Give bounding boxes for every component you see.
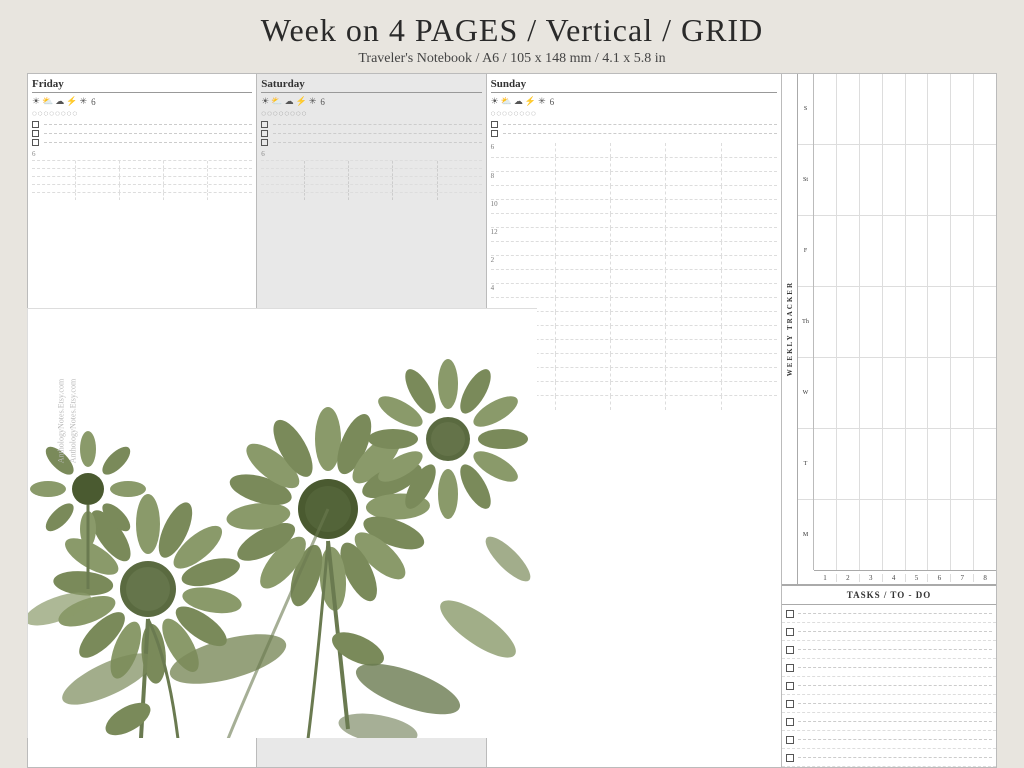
- task-row-3: [782, 641, 996, 659]
- page-background: Week on 4 PAGES / Vertical / GRID Travel…: [0, 0, 1024, 768]
- friday-checkbox-3: [32, 139, 252, 146]
- floral-illustration: [28, 309, 537, 738]
- main-content: AnthologyNotes.Etsy.com Friday ☀ ⛅ ☁ ⚡ ✳…: [27, 73, 997, 768]
- task-row-1: [782, 605, 996, 623]
- task-checkbox-4[interactable]: [786, 664, 794, 672]
- tasks-header: TASKS / TO - DO: [782, 586, 996, 605]
- task-row-9: [782, 749, 996, 767]
- day-st: St: [798, 145, 813, 216]
- day-m: M: [798, 500, 813, 570]
- saturday-checkbox-2: [261, 130, 481, 137]
- sunday-checkbox-1: [491, 121, 777, 128]
- right-panel: WEEKLY TRACKER S St F Th W T: [782, 73, 997, 768]
- page-title: Week on 4 PAGES / Vertical / GRID: [0, 12, 1024, 49]
- saturday-weather: ☀ ⛅ ☁ ⚡ ✳ 6: [261, 96, 481, 107]
- friday-label: Friday: [32, 78, 252, 93]
- task-checkbox-8[interactable]: [786, 736, 794, 744]
- task-checkbox-3[interactable]: [786, 646, 794, 654]
- friday-checkbox-1: [32, 121, 252, 128]
- day-th: Th: [798, 287, 813, 358]
- friday-time-6: 6: [32, 150, 252, 158]
- task-row-5: [782, 677, 996, 695]
- day-f: F: [798, 216, 813, 287]
- watermark: AnthologyNotes.Etsy.com: [57, 378, 66, 462]
- task-row-6: [782, 695, 996, 713]
- friday-rain: ◌◌◌◌◌◌◌◌: [32, 109, 252, 118]
- friday-weather: ☀ ⛅ ☁ ⚡ ✳ 6: [32, 96, 252, 107]
- day-t: T: [798, 429, 813, 500]
- task-row-4: [782, 659, 996, 677]
- weekly-tracker-section: WEEKLY TRACKER S St F Th W T: [782, 74, 996, 585]
- weekly-tracker-label: WEEKLY TRACKER: [786, 281, 794, 376]
- etsy-watermark: AnthologyNotes.Etsy.com: [69, 378, 78, 462]
- tasks-section: TASKS / TO - DO: [782, 585, 996, 767]
- sunday-label: Sunday: [491, 78, 777, 93]
- task-row-2: [782, 623, 996, 641]
- task-checkbox-9[interactable]: [786, 754, 794, 762]
- header: Week on 4 PAGES / Vertical / GRID Travel…: [0, 0, 1024, 73]
- saturday-time-6: 6: [261, 150, 481, 158]
- day-w: W: [798, 358, 813, 429]
- saturday-label: Saturday: [261, 78, 481, 93]
- sunday-rain: ◌◌◌◌◌◌◌◌: [491, 109, 777, 118]
- saturday-rain: ◌◌◌◌◌◌◌◌: [261, 109, 481, 118]
- task-checkbox-6[interactable]: [786, 700, 794, 708]
- task-checkbox-7[interactable]: [786, 718, 794, 726]
- task-checkbox-2[interactable]: [786, 628, 794, 636]
- task-row-8: [782, 731, 996, 749]
- task-row-7: [782, 713, 996, 731]
- saturday-checkbox-1: [261, 121, 481, 128]
- page-subtitle: Traveler's Notebook / A6 / 105 x 148 mm …: [0, 51, 1024, 67]
- floral-overlay: [27, 308, 537, 738]
- day-s: S: [798, 74, 813, 145]
- sunday-weather: ☀ ⛅ ☁ ⚡ ✳ 6: [491, 96, 777, 107]
- friday-checkbox-2: [32, 130, 252, 137]
- saturday-checkbox-3: [261, 139, 481, 146]
- task-checkbox-1[interactable]: [786, 610, 794, 618]
- task-checkbox-5[interactable]: [786, 682, 794, 690]
- sunday-checkbox-2: [491, 130, 777, 137]
